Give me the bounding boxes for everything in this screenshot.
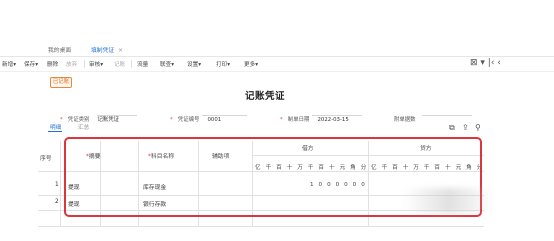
tab-voucher-entry-label: 填制凭证	[91, 48, 115, 54]
delete-button[interactable]: 删除	[47, 60, 58, 68]
new-button[interactable]: 新增▾	[2, 60, 16, 68]
row-seq: 2	[55, 199, 59, 205]
toolbar-divider	[131, 60, 132, 68]
flow-button[interactable]: 流量	[137, 60, 148, 68]
row-seq: 1	[55, 182, 59, 188]
grid-line	[60, 141, 61, 226]
attachments-label: 附单据数	[394, 117, 416, 123]
save-button[interactable]: 保存▾	[24, 60, 38, 68]
more-button[interactable]: 更多▾	[244, 60, 258, 68]
post-button[interactable]: 记账	[114, 60, 125, 68]
navigation-icons[interactable]: ⊠ ▾ |‹ ‹	[470, 58, 501, 68]
entry-date-label: 制单日期	[287, 117, 310, 123]
voucher-type-value: 记账凭证	[97, 117, 120, 123]
entry-date-value: 2022-03-15	[317, 117, 349, 123]
attach-icon[interactable]: ⚲	[475, 123, 481, 132]
tab-voucher-entry[interactable]: 填制凭证 ×	[91, 45, 123, 54]
field-underline	[202, 115, 247, 116]
upload-icon[interactable]: ⇪	[462, 123, 469, 132]
audit-button[interactable]: 审核▾	[89, 60, 103, 68]
field-underline	[312, 115, 362, 116]
voucher-number-value: 0001	[207, 117, 222, 123]
tab-summary[interactable]: 汇总	[78, 123, 89, 131]
copy-icon[interactable]: ⧉	[449, 123, 455, 133]
voucher-number-label: 凭证编号	[177, 117, 200, 123]
print-button[interactable]: 打印▾	[216, 60, 230, 68]
toolbar-divider	[84, 60, 85, 68]
page-title: 记账凭证	[245, 91, 286, 102]
blurred-region	[404, 188, 494, 213]
toolbar: 新增▾ 保存▾ 删除 放弃 审核▾ 记账 流量 联查▾ 设置▾ 打印▾ 更多▾ …	[0, 56, 554, 72]
grid-line	[38, 226, 484, 227]
tab-detail-underline	[48, 131, 62, 132]
settings-button[interactable]: 设置▾	[187, 60, 201, 68]
seq-header: 序号	[40, 156, 52, 162]
discard-button[interactable]: 放弃	[66, 60, 77, 68]
tab-detail[interactable]: 明细	[50, 123, 61, 131]
field-underline	[422, 115, 472, 116]
tab-home[interactable]: 我的桌面	[48, 45, 71, 54]
link-query-button[interactable]: 联查▾	[160, 60, 174, 68]
field-underline	[97, 115, 137, 116]
attachments-field[interactable]: 附单据数	[394, 106, 416, 125]
close-icon[interactable]: ×	[118, 47, 123, 54]
status-badge: 已记账	[50, 77, 72, 88]
